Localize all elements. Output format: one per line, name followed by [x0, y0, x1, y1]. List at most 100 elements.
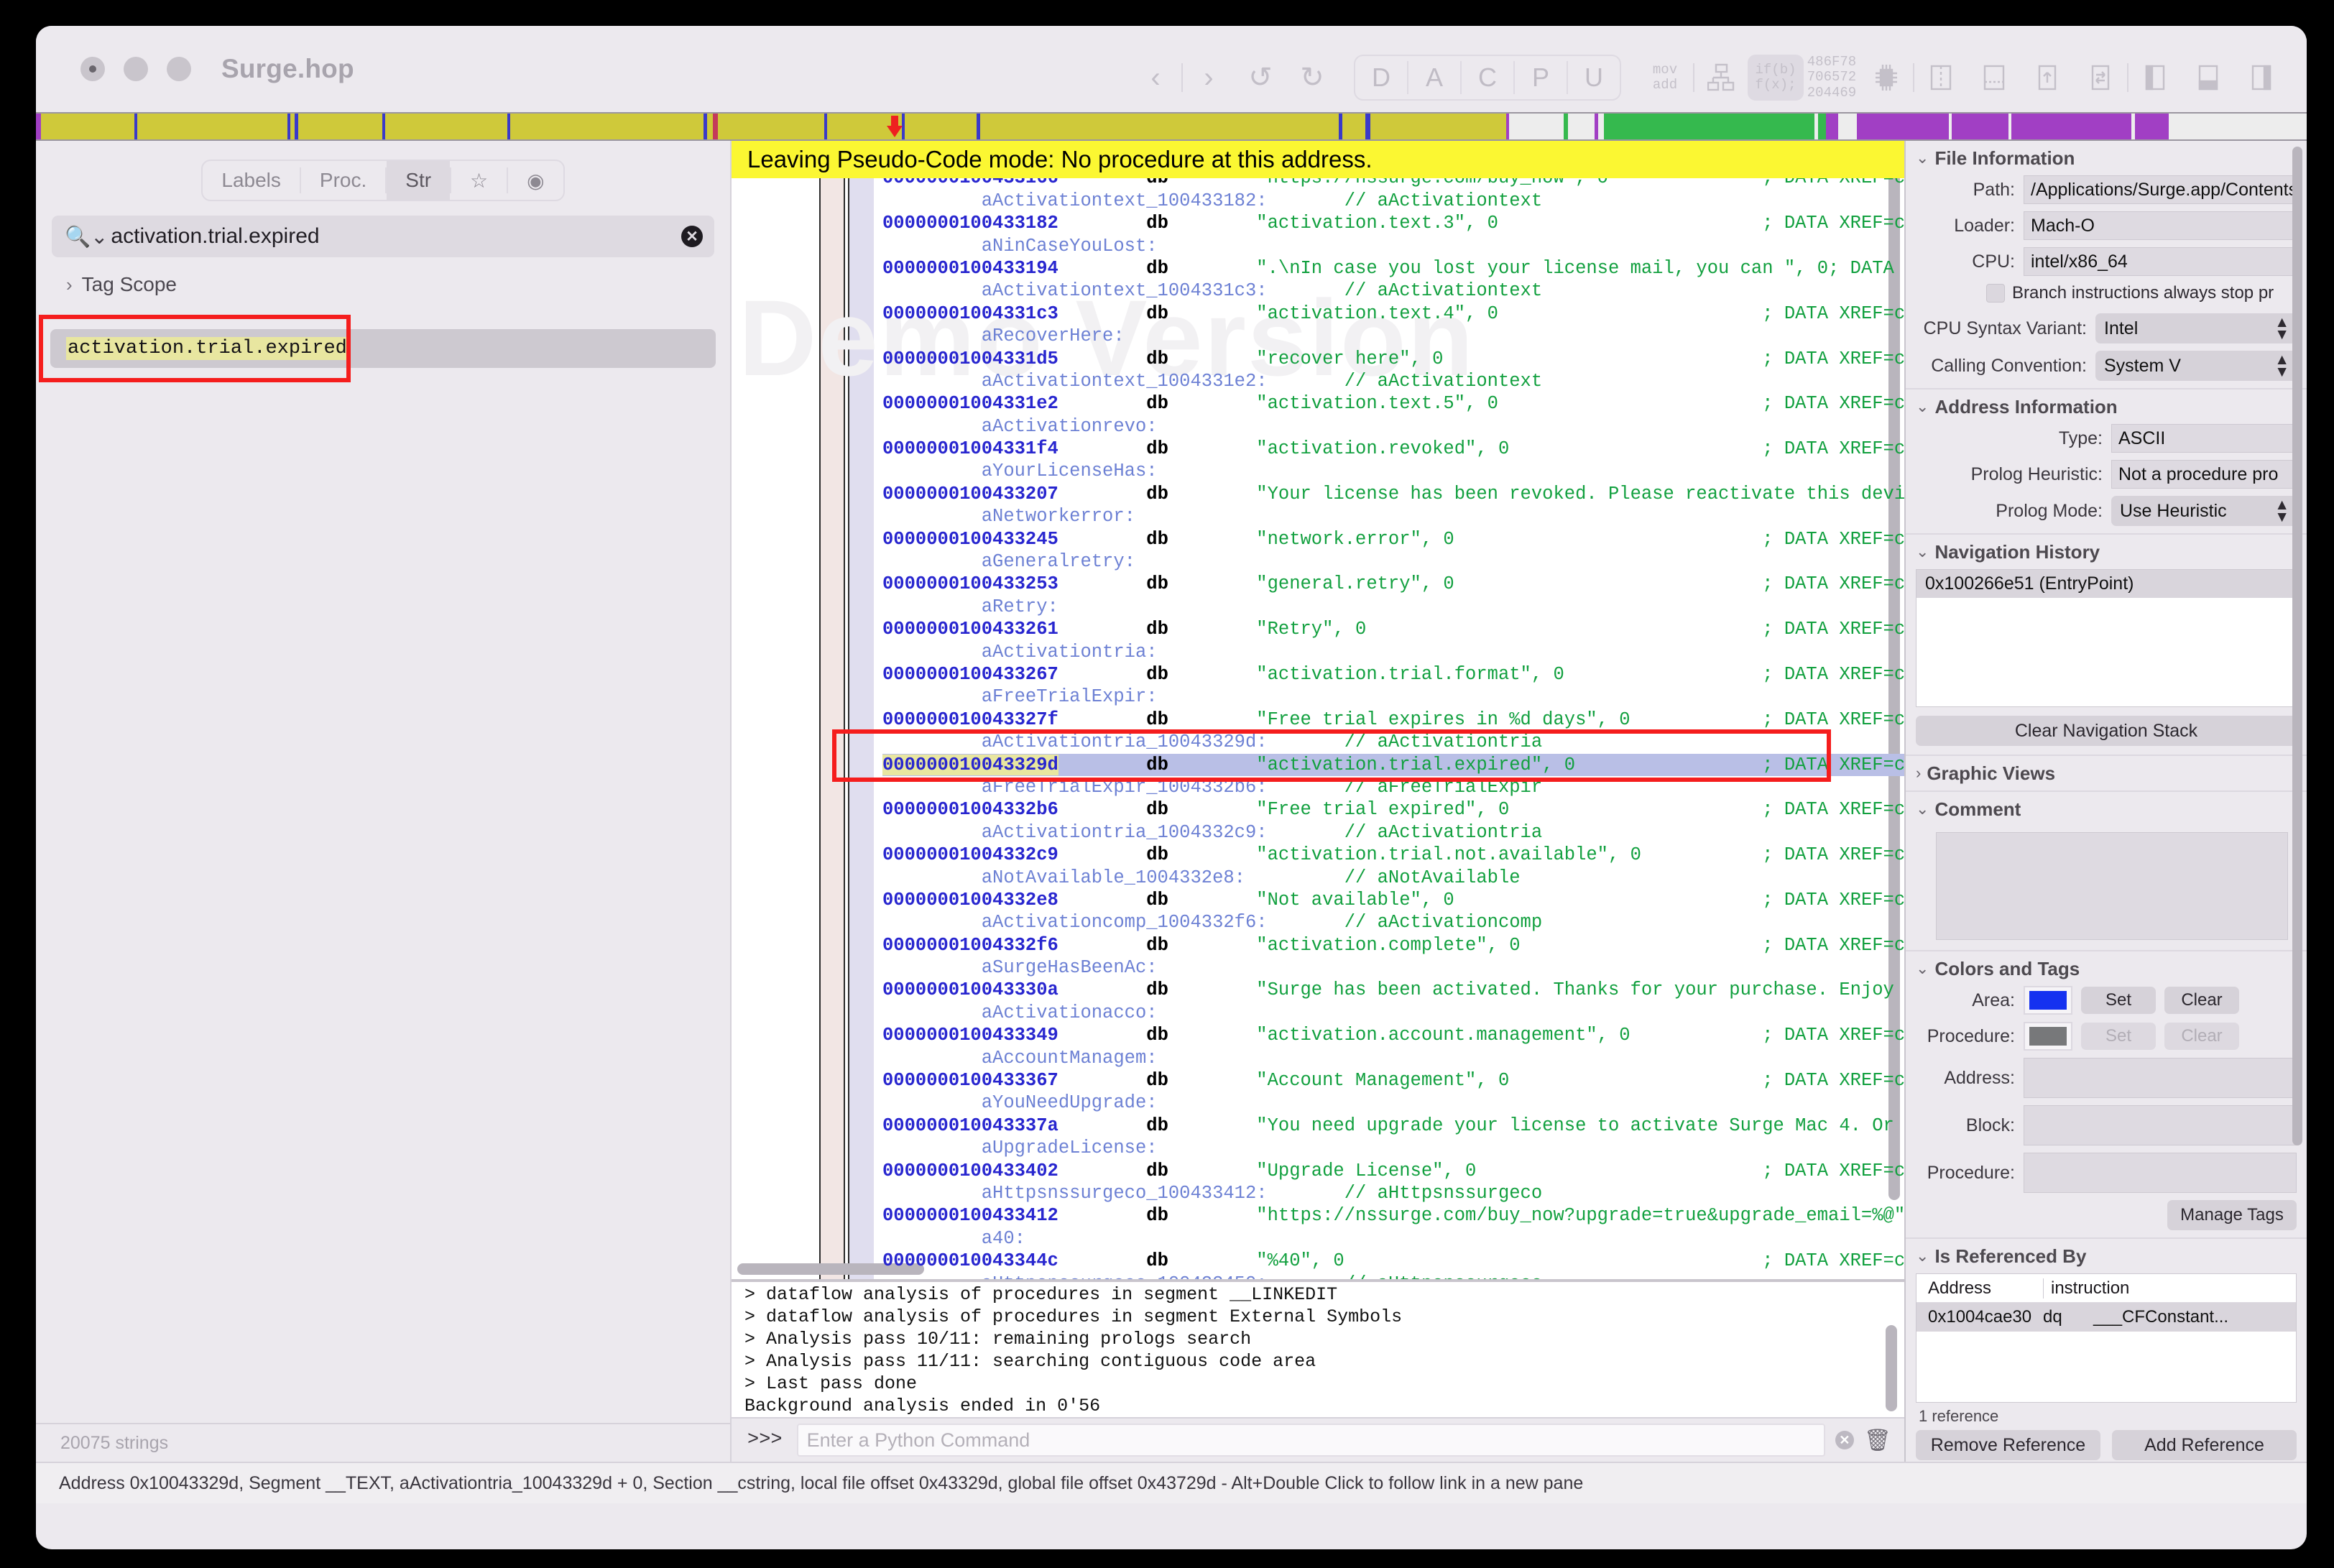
- clear-command-icon[interactable]: ✕: [1835, 1431, 1854, 1449]
- disassembly-label-line[interactable]: aNetworkerror:: [882, 505, 1904, 527]
- toggle-left-sidebar-icon[interactable]: [2128, 55, 2182, 101]
- disassembly-data-line[interactable]: 0000000100433245 db "network.error", 0 ;…: [882, 528, 1904, 550]
- prolog-mode-select[interactable]: Use Heuristic ▲▼: [2111, 496, 2297, 526]
- assembly-view-icon[interactable]: mov add: [1637, 55, 1693, 101]
- segment-block[interactable]: [1857, 114, 1949, 139]
- swap-panes-icon[interactable]: [2074, 55, 2127, 101]
- disassembly-label-line[interactable]: aActivationtext_1004331c3: // aActivatio…: [882, 280, 1904, 302]
- cpu-chip-icon[interactable]: [1860, 55, 1913, 101]
- segment-block[interactable]: [1598, 114, 1605, 139]
- segment-block[interactable]: [980, 114, 1339, 139]
- branch-stop-checkbox[interactable]: [1986, 284, 2005, 303]
- segment-block[interactable]: [905, 114, 977, 139]
- console-scrollbar[interactable]: [1886, 1325, 1897, 1411]
- segment-block[interactable]: [2135, 114, 2169, 139]
- control-flow-graph-icon[interactable]: [1694, 55, 1748, 101]
- area-color-well[interactable]: [2024, 986, 2072, 1015]
- comment-header[interactable]: ⌄ Comment: [1916, 792, 2297, 826]
- list-item[interactable]: activation.trial.expired: [50, 329, 716, 368]
- disassembly-label-line[interactable]: aActivationcomp_1004332f6: // aActivatio…: [882, 911, 1904, 933]
- disassembly-label-line[interactable]: aFreeTrialExpir_1004332b6: // aFreeTrial…: [882, 776, 1904, 798]
- disassembly-data-line[interactable]: 000000010043330a db "Surge has been acti…: [882, 979, 1904, 1001]
- mode-button-d[interactable]: D: [1355, 55, 1407, 100]
- remove-reference-button[interactable]: Remove Reference: [1916, 1430, 2100, 1460]
- filter-proc-button[interactable]: Proc.: [301, 161, 385, 200]
- segment-block[interactable]: [385, 114, 507, 139]
- segment-block[interactable]: [298, 114, 382, 139]
- filter-labels-button[interactable]: Labels: [203, 161, 300, 200]
- segment-block[interactable]: [1342, 114, 1366, 139]
- disassembly-data-line[interactable]: 000000010043329d db "activation.trial.ex…: [882, 754, 1904, 776]
- path-field[interactable]: /Applications/Surge.app/Contents/M: [2024, 175, 2297, 204]
- area-clear-button[interactable]: Clear: [2164, 987, 2239, 1014]
- references-table[interactable]: Address instruction 0x1004cae30 dq ___CF…: [1916, 1273, 2297, 1403]
- segment-block[interactable]: [41, 114, 134, 139]
- minimize-window-button[interactable]: [124, 57, 148, 81]
- scroll-up-icon[interactable]: [2021, 55, 2074, 101]
- disassembly-data-line[interactable]: 0000000100433349 db "activation.account.…: [882, 1024, 1904, 1046]
- disassembly-label-line[interactable]: aSurgeHasBeenAc:: [882, 956, 1904, 979]
- segment-block[interactable]: [1604, 114, 1814, 139]
- disassembly-label-line[interactable]: aFreeTrialExpir:: [882, 686, 1904, 708]
- disassembly-label-line[interactable]: aUpgradeLicense:: [882, 1137, 1904, 1159]
- table-row[interactable]: 0x1004cae30 dq ___CFConstant...: [1916, 1303, 2296, 1332]
- cpu-syntax-select[interactable]: Intel ▲▼: [2095, 313, 2297, 343]
- segment-block[interactable]: [1818, 114, 1826, 139]
- disassembly-data-line[interactable]: 00000001004331f4 db "activation.revoked"…: [882, 438, 1904, 460]
- python-command-input[interactable]: Enter a Python Command: [797, 1424, 1825, 1457]
- disassembly-data-line[interactable]: 0000000100433402 db "Upgrade License", 0…: [882, 1160, 1904, 1182]
- cpu-field[interactable]: intel/x86_64: [2024, 247, 2297, 276]
- close-window-button[interactable]: [80, 57, 105, 81]
- redo-icon[interactable]: ↻: [1286, 55, 1338, 100]
- disassembly-data-line[interactable]: 0000000100433267 db "activation.trial.fo…: [882, 663, 1904, 686]
- mode-button-c[interactable]: C: [1462, 55, 1513, 100]
- disassembly-label-line[interactable]: aActivationtext_100433182: // aActivatio…: [882, 190, 1904, 212]
- clear-navigation-stack-button[interactable]: Clear Navigation Stack: [1916, 716, 2297, 746]
- split-vertical-icon[interactable]: [1914, 55, 1968, 101]
- disassembly-label-line[interactable]: aHttpsnssurgeco_100433450: // aHttpsnssu…: [882, 1273, 1904, 1281]
- disassembly-data-line[interactable]: 0000000100433367 db "Account Management"…: [882, 1069, 1904, 1092]
- maximize-window-button[interactable]: [167, 57, 191, 81]
- disassembly-label-line[interactable]: aYourLicenseHas:: [882, 460, 1904, 482]
- segment-block[interactable]: [1568, 114, 1595, 139]
- disassembly-data-line[interactable]: 000000010043337a db "You need upgrade yo…: [882, 1115, 1904, 1137]
- disassembly-label-line[interactable]: aAccountManagem:: [882, 1047, 1904, 1069]
- toggle-bottom-panel-icon[interactable]: [2182, 55, 2235, 101]
- add-reference-button[interactable]: Add Reference: [2112, 1430, 2297, 1460]
- disassembly-data-line[interactable]: 0000000100433412 db "https://nssurge.com…: [882, 1204, 1904, 1227]
- tag-scope-disclosure[interactable]: › Tag Scope: [36, 257, 730, 296]
- pseudo-code-icon[interactable]: if(b) f(x);: [1748, 55, 1804, 101]
- segment-block[interactable]: [2011, 114, 2131, 139]
- segment-map[interactable]: [36, 112, 2307, 141]
- segment-block[interactable]: [707, 114, 714, 139]
- disassembly-label-line[interactable]: aHttpsnssurgeco_100433412: // aHttpsnssu…: [882, 1182, 1904, 1204]
- segment-block[interactable]: [510, 114, 704, 139]
- navigation-history-header[interactable]: ⌄ Navigation History: [1916, 535, 2297, 569]
- tag-address-field[interactable]: [2024, 1058, 2297, 1098]
- nav-back-icon[interactable]: ‹: [1130, 55, 1181, 100]
- clear-search-icon[interactable]: ✕: [681, 226, 703, 247]
- disassembly-label-line[interactable]: aRetry:: [882, 596, 1904, 618]
- undo-icon[interactable]: ↺: [1235, 55, 1286, 100]
- file-information-header[interactable]: ⌄ File Information: [1916, 141, 2297, 175]
- disassembly-data-line[interactable]: 00000001004332b6 db "Free trial expired"…: [882, 798, 1904, 821]
- disassembly-data-line[interactable]: 00000001004332f6 db "activation.complete…: [882, 934, 1904, 956]
- disassembly-label-line[interactable]: aGeneralretry:: [882, 550, 1904, 573]
- disassembly-data-line[interactable]: 00000001004331d5 db "recover here", 0 ; …: [882, 348, 1904, 370]
- disassembly-data-line[interactable]: 0000000100433261 db "Retry", 0 ; DATA XR…: [882, 618, 1904, 640]
- mode-button-u[interactable]: U: [1568, 55, 1620, 100]
- disassembly-label-line[interactable]: aNinCaseYouLost:: [882, 235, 1904, 257]
- mode-button-p[interactable]: P: [1515, 55, 1567, 100]
- segment-block[interactable]: [137, 114, 287, 139]
- disassembly-listing[interactable]: aHttpsnssurgeco_100433166: // aHttpsnssu…: [882, 144, 1904, 1281]
- disassembly-label-line[interactable]: aActivationtext_1004331e2: // aActivatio…: [882, 370, 1904, 392]
- disassembly-label-line[interactable]: a40:: [882, 1227, 1904, 1250]
- disassembly-view[interactable]: Demo Version aHttpsnssurgeco_100433166: …: [732, 141, 1904, 1281]
- trash-icon[interactable]: 🗑: [1864, 1428, 1891, 1453]
- segment-block[interactable]: [1509, 114, 1564, 139]
- segment-block[interactable]: [1826, 114, 1838, 139]
- inspector-scrollbar[interactable]: [2292, 147, 2302, 1145]
- segment-block[interactable]: [1370, 114, 1506, 139]
- disassembly-label-line[interactable]: aActivationtria:: [882, 641, 1904, 663]
- mode-button-a[interactable]: A: [1408, 55, 1460, 100]
